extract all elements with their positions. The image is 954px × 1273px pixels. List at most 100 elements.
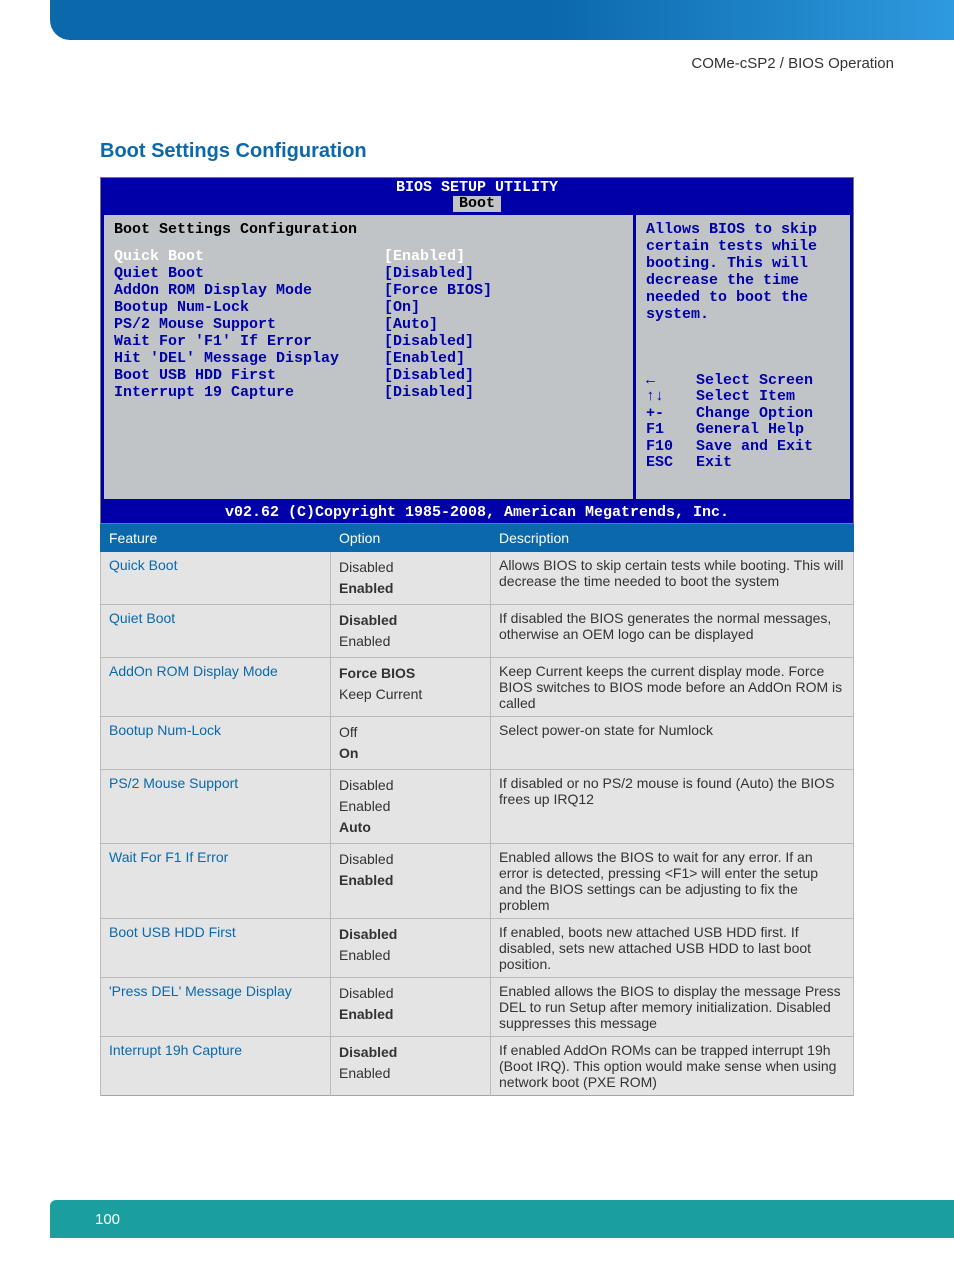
feature-name: Quiet Boot: [101, 604, 331, 657]
bios-setting-row: AddOn ROM Display Mode[Force BIOS]: [114, 282, 623, 299]
feature-name: Boot USB HDD First: [101, 918, 331, 977]
table-row: Interrupt 19h CaptureDisabledEnabledIf e…: [101, 1036, 854, 1095]
bios-key-legend: ←Select Screen↑↓Select Item+-Change Opti…: [646, 373, 840, 472]
bios-key: F10: [646, 439, 696, 456]
bios-setting-row: Quick Boot[Enabled]: [114, 248, 623, 265]
feature-description: If enabled, boots new attached USB HDD f…: [491, 918, 854, 977]
page-number: 100: [95, 1211, 120, 1228]
table-row: 'Press DEL' Message DisplayDisabledEnabl…: [101, 977, 854, 1036]
option-value: Enabled: [339, 1004, 482, 1025]
feature-table: Feature Option Description Quick BootDis…: [100, 524, 854, 1096]
bios-setting-row: Bootup Num-Lock[On]: [114, 299, 623, 316]
bios-key-action: General Help: [696, 421, 804, 438]
option-value: Enabled: [339, 631, 482, 652]
option-value: Force BIOS: [339, 663, 482, 684]
bios-key-action: Save and Exit: [696, 438, 813, 455]
option-value: Enabled: [339, 870, 482, 891]
bios-key-action: Exit: [696, 454, 732, 471]
bios-setting-label: Quiet Boot: [114, 265, 384, 282]
col-description: Description: [491, 524, 854, 551]
feature-options: DisabledEnabledAuto: [331, 769, 491, 843]
feature-options: DisabledEnabled: [331, 551, 491, 604]
bios-key-row: ESCExit: [646, 455, 840, 472]
bios-panel-title: Boot Settings Configuration: [114, 221, 623, 238]
option-value: Disabled: [339, 924, 482, 945]
bios-setting-label: Bootup Num-Lock: [114, 299, 384, 316]
bios-setting-label: Wait For 'F1' If Error: [114, 333, 384, 350]
bios-setting-value: [On]: [384, 299, 420, 316]
bios-key-row: F10Save and Exit: [646, 439, 840, 456]
feature-description: Enabled allows the BIOS to display the m…: [491, 977, 854, 1036]
bios-setting-value: [Enabled]: [384, 248, 465, 265]
option-value: Enabled: [339, 945, 482, 966]
bios-setting-label: Hit 'DEL' Message Display: [114, 350, 384, 367]
col-option: Option: [331, 524, 491, 551]
page-footer-bar: 100: [50, 1200, 954, 1238]
feature-name: 'Press DEL' Message Display: [101, 977, 331, 1036]
bios-setting-value: [Disabled]: [384, 333, 474, 350]
feature-description: Allows BIOS to skip certain tests while …: [491, 551, 854, 604]
feature-name: Wait For F1 If Error: [101, 843, 331, 918]
option-value: Disabled: [339, 849, 482, 870]
breadcrumb: COMe-cSP2 / BIOS Operation: [691, 55, 894, 72]
bios-key-action: Change Option: [696, 405, 813, 422]
bios-active-tab: Boot: [453, 196, 501, 212]
option-value: Auto: [339, 817, 482, 838]
option-value: Disabled: [339, 775, 482, 796]
feature-description: Keep Current keeps the current display m…: [491, 657, 854, 716]
bios-setting-row: Hit 'DEL' Message Display[Enabled]: [114, 350, 623, 367]
section-title: Boot Settings Configuration: [100, 140, 854, 163]
option-value: Disabled: [339, 557, 482, 578]
col-feature: Feature: [101, 524, 331, 551]
bios-title: BIOS SETUP UTILITY: [396, 179, 558, 196]
feature-options: DisabledEnabled: [331, 604, 491, 657]
bios-key: F1: [646, 422, 696, 439]
bios-setting-row: Quiet Boot[Disabled]: [114, 265, 623, 282]
bios-help-panel: Allows BIOS to skip certain tests while …: [633, 212, 853, 502]
bios-key-row: ↑↓Select Item: [646, 389, 840, 406]
table-row: Quick BootDisabledEnabledAllows BIOS to …: [101, 551, 854, 604]
table-row: Bootup Num-LockOffOnSelect power-on stat…: [101, 716, 854, 769]
feature-name: Bootup Num-Lock: [101, 716, 331, 769]
bios-key-row: +-Change Option: [646, 406, 840, 423]
table-row: AddOn ROM Display ModeForce BIOSKeep Cur…: [101, 657, 854, 716]
bios-setting-label: Boot USB HDD First: [114, 367, 384, 384]
feature-name: AddOn ROM Display Mode: [101, 657, 331, 716]
option-value: Keep Current: [339, 684, 482, 705]
bios-setting-row: Interrupt 19 Capture[Disabled]: [114, 384, 623, 401]
feature-options: DisabledEnabled: [331, 977, 491, 1036]
bios-setting-label: Interrupt 19 Capture: [114, 384, 384, 401]
feature-name: Quick Boot: [101, 551, 331, 604]
bios-setting-value: [Enabled]: [384, 350, 465, 367]
bios-setting-value: [Disabled]: [384, 265, 474, 282]
table-row: Wait For F1 If ErrorDisabledEnabledEnabl…: [101, 843, 854, 918]
feature-options: DisabledEnabled: [331, 843, 491, 918]
feature-options: Force BIOSKeep Current: [331, 657, 491, 716]
bios-setting-label: PS/2 Mouse Support: [114, 316, 384, 333]
bios-setting-row: Wait For 'F1' If Error[Disabled]: [114, 333, 623, 350]
bios-key: +-: [646, 406, 696, 423]
option-value: Enabled: [339, 796, 482, 817]
bios-setting-row: PS/2 Mouse Support[Auto]: [114, 316, 623, 333]
bios-setting-value: [Disabled]: [384, 384, 474, 401]
bios-setting-value: [Force BIOS]: [384, 282, 492, 299]
option-value: Enabled: [339, 578, 482, 599]
feature-description: Select power-on state for Numlock: [491, 716, 854, 769]
table-row: Boot USB HDD FirstDisabledEnabledIf enab…: [101, 918, 854, 977]
table-row: Quiet BootDisabledEnabledIf disabled the…: [101, 604, 854, 657]
bios-copyright: v02.62 (C)Copyright 1985-2008, American …: [101, 502, 853, 523]
bios-setting-label: AddOn ROM Display Mode: [114, 282, 384, 299]
option-value: On: [339, 743, 482, 764]
page-header-bar: [50, 0, 954, 40]
feature-description: Enabled allows the BIOS to wait for any …: [491, 843, 854, 918]
feature-name: PS/2 Mouse Support: [101, 769, 331, 843]
bios-key: ESC: [646, 455, 696, 472]
feature-options: DisabledEnabled: [331, 1036, 491, 1095]
page-content: Boot Settings Configuration BIOS SETUP U…: [100, 140, 854, 1096]
feature-options: OffOn: [331, 716, 491, 769]
option-value: Disabled: [339, 1042, 482, 1063]
bios-key-row: ←Select Screen: [646, 373, 840, 390]
bios-key: ↑↓: [646, 389, 696, 406]
feature-description: If disabled the BIOS generates the norma…: [491, 604, 854, 657]
feature-options: DisabledEnabled: [331, 918, 491, 977]
